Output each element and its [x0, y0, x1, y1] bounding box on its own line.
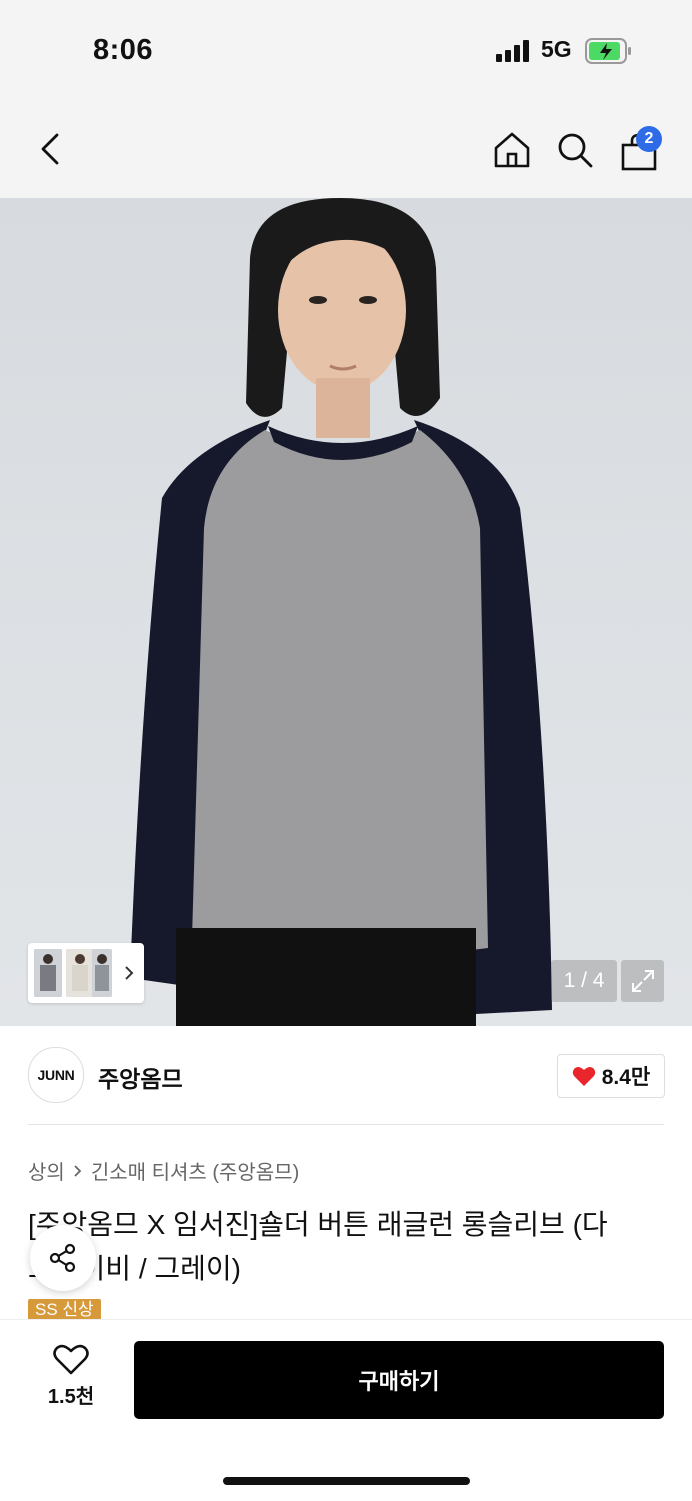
chevron-right-icon	[74, 1164, 82, 1177]
thumbnail-strip[interactable]	[28, 943, 144, 1003]
status-time: 8:06	[93, 34, 154, 66]
expand-icon	[631, 970, 654, 992]
network-label: 5G	[541, 36, 572, 62]
divider	[28, 1124, 664, 1125]
heart-outline-icon	[53, 1344, 89, 1375]
buy-button[interactable]: 구매하기	[134, 1341, 664, 1419]
share-icon	[49, 1243, 76, 1273]
signal-icon	[496, 40, 532, 62]
brand-like-count: 8.4만	[601, 1066, 651, 1089]
wish-count: 1.5천	[47, 1386, 95, 1408]
brand-logo[interactable]: JUNN	[28, 1047, 84, 1103]
heart-filled-icon	[572, 1067, 595, 1086]
new-season-tag: SS 신상	[28, 1299, 101, 1321]
home-button[interactable]	[488, 126, 536, 174]
chevron-left-icon	[41, 133, 59, 165]
home-indicator	[223, 1477, 470, 1485]
share-button[interactable]	[30, 1225, 96, 1291]
product-image[interactable]	[0, 198, 692, 1026]
brand-name[interactable]: 주앙옴므	[98, 1060, 183, 1094]
chevron-right-icon	[125, 966, 134, 980]
back-button[interactable]	[26, 125, 74, 173]
search-icon	[558, 133, 593, 168]
thumbnail[interactable]	[92, 949, 112, 997]
breadcrumb: 상의 긴소매 티셔츠 (주앙옴므)	[28, 1156, 299, 1185]
brand-like-button[interactable]: 8.4만	[557, 1054, 665, 1098]
breadcrumb-category[interactable]: 상의	[28, 1156, 65, 1185]
wish-button[interactable]: 1.5천	[36, 1344, 106, 1409]
thumbnail[interactable]	[66, 949, 94, 997]
search-button[interactable]	[551, 126, 599, 174]
model-photo	[0, 198, 692, 1026]
product-title-line1: [주앙옴므 X 임서진]숄더 버튼 래글런 롱슬리브 (다	[28, 1209, 608, 1240]
home-icon	[494, 132, 530, 168]
image-counter: 1 / 4	[551, 960, 617, 1002]
cart-count-badge: 2	[636, 126, 662, 152]
product-title-line2: 크네이비 / 그레이)	[28, 1253, 241, 1284]
thumbnail[interactable]	[34, 949, 62, 997]
battery-icon	[585, 37, 633, 65]
breadcrumb-subcategory[interactable]: 긴소매 티셔츠 (주앙옴므)	[91, 1156, 299, 1185]
expand-button[interactable]	[621, 960, 664, 1002]
product-title: [주앙옴므 X 임서진]숄더 버튼 래글런 롱슬리브 (다 크네이비 / 그레이…	[28, 1203, 664, 1291]
